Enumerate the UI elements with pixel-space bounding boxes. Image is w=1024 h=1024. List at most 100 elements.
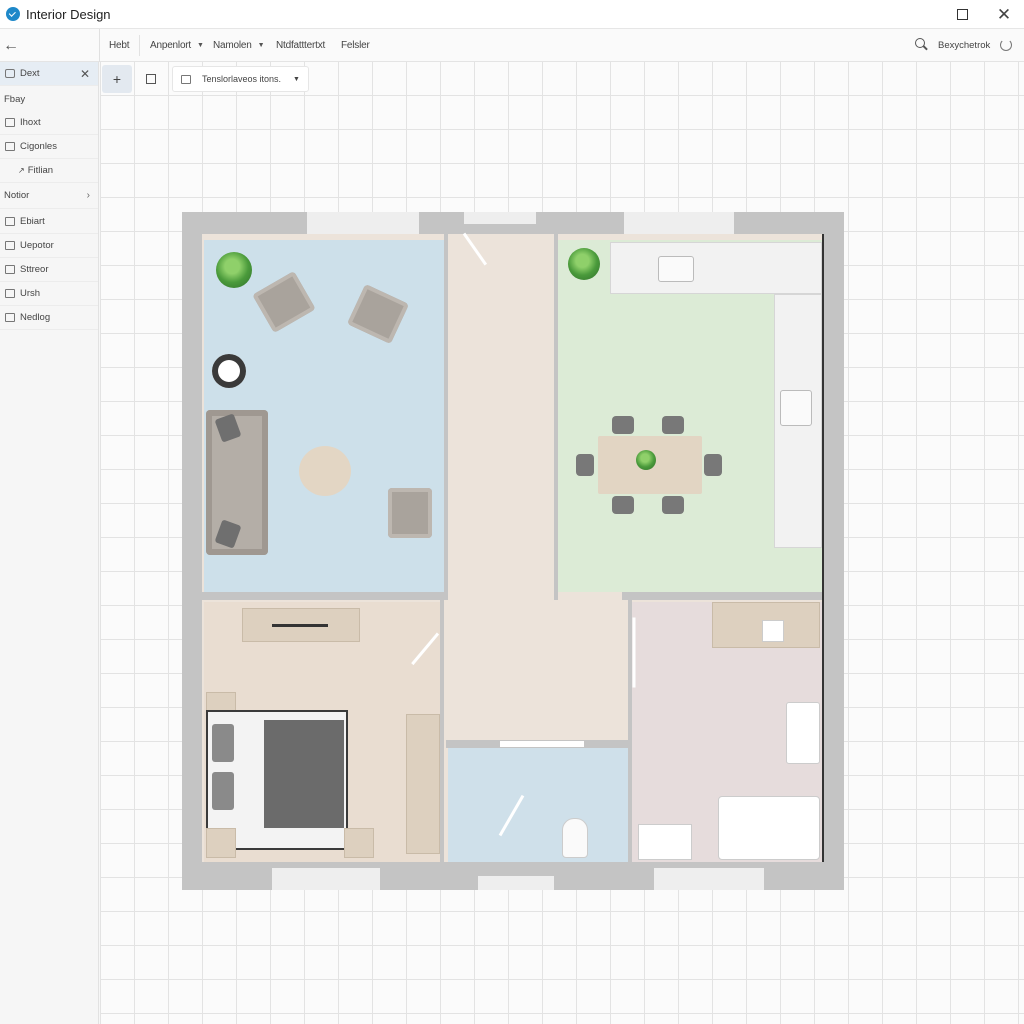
close-icon[interactable]: ✕: [80, 67, 90, 81]
sidebar-item-label: Ursh: [20, 288, 41, 299]
shower-sink[interactable]: [786, 702, 820, 764]
menu-item[interactable]: Ntdfatttertxt: [276, 29, 325, 62]
wall: [822, 234, 824, 862]
caret-down-icon: ▼: [257, 42, 265, 49]
vanity-sink[interactable]: [638, 824, 692, 860]
armchair[interactable]: [252, 270, 316, 334]
sidebar-item[interactable]: Sttreor: [0, 258, 98, 282]
close-icon[interactable]: ✕: [984, 0, 1024, 29]
doorway: [478, 876, 554, 890]
sidebar-item-label: Sttreor: [20, 264, 49, 275]
sidebar-section-header: Fbay: [0, 87, 98, 111]
window: [624, 212, 734, 234]
sidebar-item-label: Ebiart: [20, 216, 45, 227]
dining-chair[interactable]: [612, 496, 634, 514]
sidebar-item-dext[interactable]: Dext ✕: [0, 62, 98, 86]
sidebar-section-header[interactable]: Notior ›: [0, 183, 98, 209]
menu-item[interactable]: Hebt: [109, 29, 130, 62]
sidebar-item[interactable]: Cigonles: [0, 135, 98, 159]
wall: [554, 234, 558, 600]
sidebar-item[interactable]: Ihoxt: [0, 111, 98, 135]
layer-icon: [5, 69, 15, 78]
coffee-table[interactable]: [299, 446, 351, 496]
wall: [622, 592, 824, 600]
doorway: [464, 212, 536, 224]
bathtub[interactable]: [718, 796, 820, 860]
caret-down-icon: ▼: [293, 75, 300, 83]
dining-chair[interactable]: [576, 454, 594, 476]
square-tool-button[interactable]: [136, 65, 166, 93]
menu-item[interactable]: Namolen ▼: [213, 29, 265, 62]
armchair[interactable]: [388, 488, 432, 538]
sidebar-item[interactable]: Ebiart: [0, 210, 98, 234]
sidebar-item[interactable]: Nedlog: [0, 306, 98, 330]
sidebar-item[interactable]: Ursh: [0, 282, 98, 306]
wardrobe[interactable]: [406, 714, 440, 854]
sidebar-item-label: Fitlian: [27, 165, 54, 176]
window: [272, 868, 380, 890]
nightstand[interactable]: [344, 828, 374, 858]
sidebar-item-label: Ihoxt: [20, 117, 41, 128]
dining-chair[interactable]: [612, 416, 634, 434]
layer-dropdown[interactable]: Tenslorlaveos itons. ▼: [172, 66, 309, 92]
nightstand[interactable]: [206, 828, 236, 858]
sidebar-item-label: Dext: [20, 68, 40, 79]
square-icon: [146, 74, 156, 84]
sidebar-item[interactable]: ↗ Fitlian: [0, 159, 98, 183]
app-title: Interior Design: [26, 6, 111, 22]
kitchen-counter[interactable]: [610, 242, 822, 294]
sidebar-item[interactable]: Uepotor: [0, 234, 98, 258]
sink[interactable]: [658, 256, 694, 282]
chevron-right-icon: ›: [86, 190, 90, 201]
list-icon: [5, 265, 15, 274]
sidebar-item-label: Cigonles: [20, 141, 57, 152]
dining-chair[interactable]: [704, 454, 722, 476]
wall: [444, 234, 448, 600]
tv: [272, 624, 328, 627]
layer-dropdown-label: Tenslorlaveos itons.: [202, 74, 282, 84]
plant-icon: [568, 248, 600, 280]
dining-room[interactable]: [558, 240, 824, 592]
floor-plan[interactable]: [182, 212, 844, 890]
toolbar-divider: [99, 29, 100, 62]
maximize-icon[interactable]: [942, 0, 982, 29]
bathroom[interactable]: [632, 602, 824, 862]
pillow: [212, 772, 234, 810]
sidebar-item-label: Uepotor: [20, 240, 54, 251]
wall: [628, 600, 632, 862]
search-icon[interactable]: [915, 38, 929, 52]
door-swing: [632, 617, 636, 688]
list-icon: [5, 118, 15, 127]
plus-icon[interactable]: +: [102, 65, 132, 93]
bathroom-small[interactable]: [448, 748, 628, 862]
armchair[interactable]: [346, 283, 410, 345]
refresh-icon[interactable]: [1000, 39, 1012, 51]
sidebar-section-label: Fbay: [4, 93, 26, 105]
pillow: [212, 724, 234, 762]
dining-chair[interactable]: [662, 416, 684, 434]
plant-icon: [216, 252, 252, 288]
list-icon: [5, 289, 15, 298]
list-icon: [5, 142, 15, 151]
dining-chair[interactable]: [662, 496, 684, 514]
menu-item[interactable]: Anpenlort ▼: [150, 29, 204, 62]
sidebar-section-label: Notior: [4, 190, 30, 201]
calendar-icon: [181, 74, 191, 84]
arrow-icon: ↗: [18, 166, 25, 175]
wall: [440, 600, 444, 862]
bed-duvet: [264, 720, 344, 828]
toolbar: ← Hebt Anpenlort ▼ Namolen ▼ Ntdfatttertxt…: [0, 29, 1024, 62]
doorway: [500, 741, 584, 747]
bedroom[interactable]: [204, 602, 442, 862]
caret-down-icon: ▼: [197, 42, 204, 49]
search-label[interactable]: Bexychetrok: [938, 29, 990, 62]
window: [307, 212, 419, 234]
living-room[interactable]: [204, 240, 444, 592]
toilet[interactable]: [562, 818, 588, 858]
stove[interactable]: [780, 390, 812, 426]
check-circle-icon: [6, 7, 20, 21]
back-arrow-icon[interactable]: ←: [0, 29, 22, 62]
menu-item[interactable]: Felsler: [341, 29, 370, 62]
side-table[interactable]: [212, 354, 246, 388]
sink[interactable]: [762, 620, 784, 642]
